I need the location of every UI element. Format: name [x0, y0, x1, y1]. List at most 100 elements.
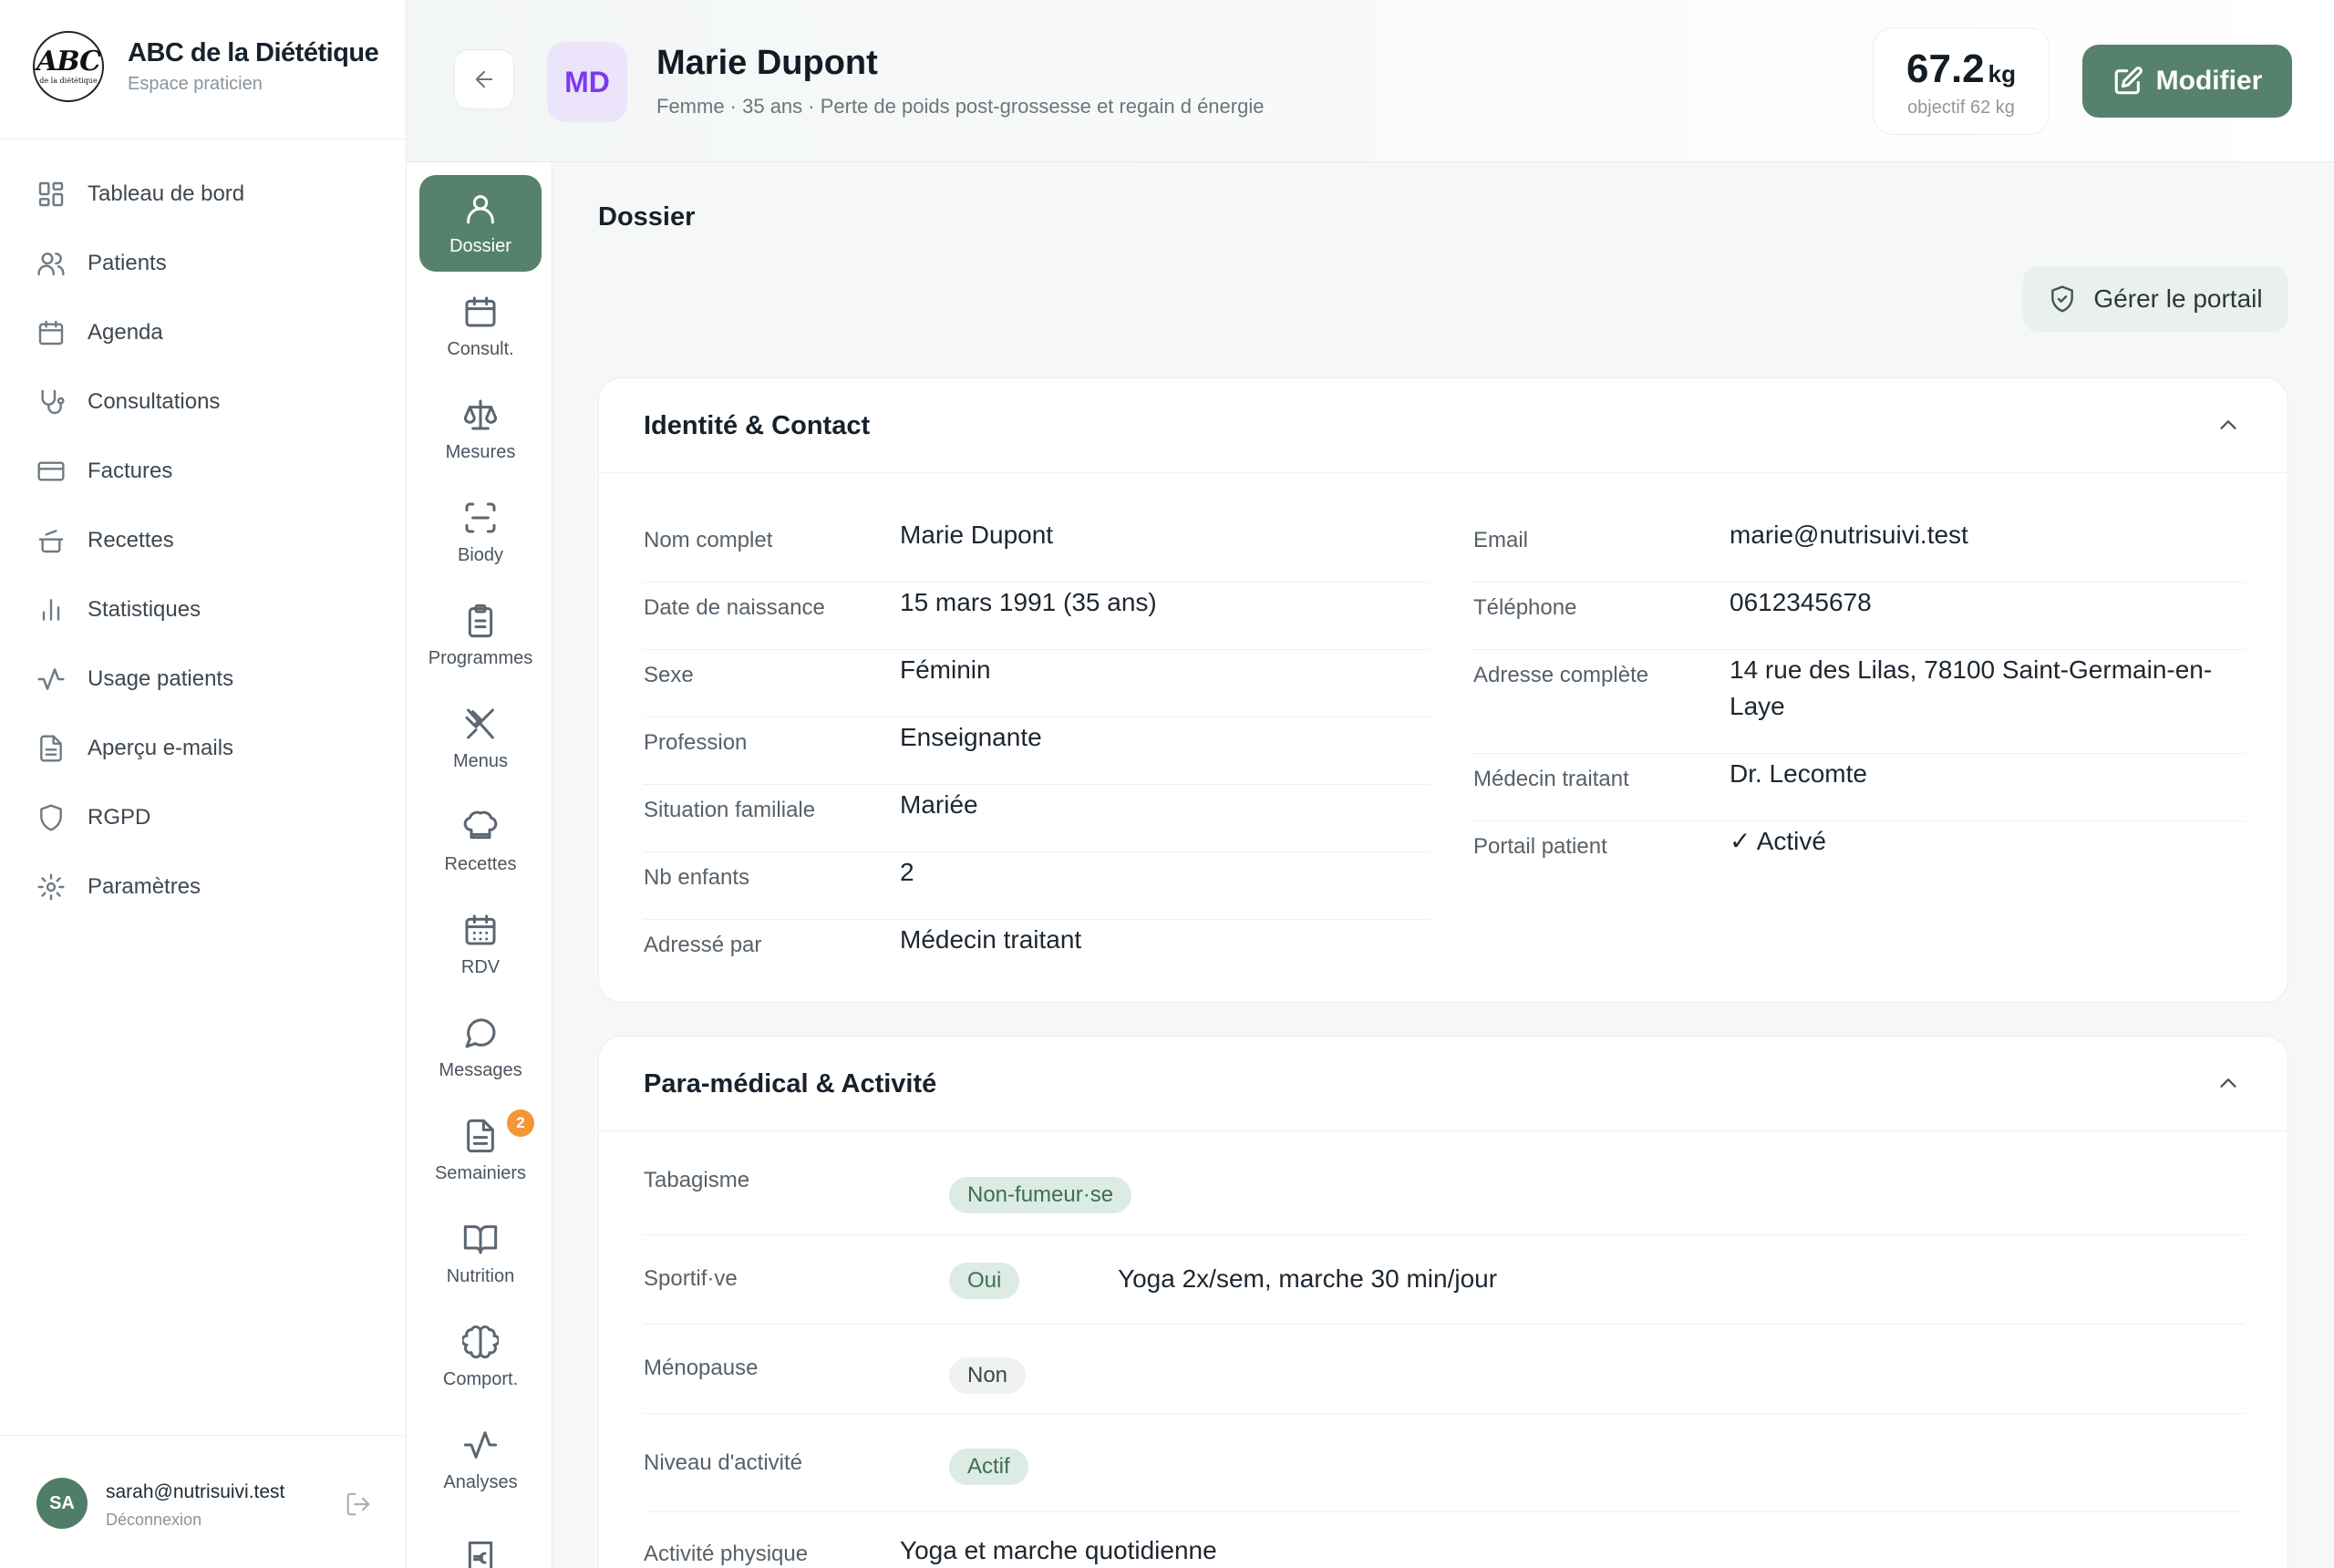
nav-label: Recettes: [88, 528, 174, 552]
subnav-label: Nutrition: [446, 1265, 515, 1286]
arrow-left-icon: [471, 67, 497, 92]
field-row: Adressé par Médecin traitant: [644, 920, 1430, 987]
subnav-label: Mesures: [445, 441, 516, 462]
field-row: Situation familiale Mariée: [644, 785, 1430, 852]
field-row: Nb enfants 2: [644, 852, 1430, 920]
paramedical-card-header[interactable]: Para-médical & Activité: [599, 1037, 2288, 1131]
field-row: Téléphone 0612345678: [1473, 583, 2245, 650]
subnav-label: Comport.: [442, 1368, 519, 1389]
section-title: Dossier: [598, 202, 696, 232]
nav-item-patients[interactable]: Patients: [0, 229, 407, 298]
manage-portal-label: Gérer le portail: [2093, 284, 2263, 313]
nav-label: Factures: [88, 459, 173, 483]
nav-item-usage-patients[interactable]: Usage patients: [0, 645, 407, 714]
calendar-days-icon: [462, 912, 499, 948]
field-row: Sexe Féminin: [644, 650, 1430, 717]
nav-label: Patients: [88, 251, 167, 275]
subnav-item-facturation[interactable]: [419, 1514, 542, 1568]
bar-chart-icon: [36, 595, 66, 624]
field-row: Médecin traitant Dr. Lecomte: [1473, 754, 2245, 821]
nav-item-recettes[interactable]: Recettes: [0, 506, 407, 575]
patient-subnav: Dossier Consult. Mesures Biody Programme…: [407, 162, 553, 1568]
subnav-item-messages[interactable]: Messages: [419, 999, 542, 1096]
logout-link[interactable]: Déconnexion: [106, 1511, 201, 1530]
user-email: sarah@nutrisuivi.test: [106, 1481, 285, 1502]
field-value: 15 mars 1991 (35 ans): [900, 588, 1157, 616]
field-value: Dr. Lecomte: [1730, 759, 1867, 788]
subnav-item-mesures[interactable]: Mesures: [419, 381, 542, 478]
subnav-label: Messages: [439, 1059, 522, 1080]
subnav-item-consult[interactable]: Consult.: [419, 278, 542, 375]
nav-item-dashboard[interactable]: Tableau de bord: [0, 160, 407, 229]
nav-label: Agenda: [88, 320, 163, 345]
subnav-item-dossier[interactable]: Dossier: [419, 175, 542, 272]
shield-check-icon: [2048, 284, 2077, 314]
field-value: Yoga et marche quotidienne: [900, 1536, 1217, 1564]
chevron-up-icon[interactable]: [2215, 411, 2242, 438]
identity-card-header[interactable]: Identité & Contact: [599, 378, 2288, 473]
document-icon: [462, 1118, 499, 1154]
manage-portal-button[interactable]: Gérer le portail: [2022, 266, 2288, 332]
subnav-item-semainiers[interactable]: Semainiers 2: [419, 1102, 542, 1199]
subnav-item-biody[interactable]: Biody: [419, 484, 542, 581]
field-value: 14 rue des Lilas, 78100 Saint-Germain-en…: [1730, 655, 2213, 720]
status-badge: Actif: [949, 1449, 1028, 1485]
field-label: Adressé par: [644, 933, 762, 957]
nav-item-factures[interactable]: Factures: [0, 437, 407, 506]
nav-item-consultations[interactable]: Consultations: [0, 367, 407, 437]
subnav-item-rdv[interactable]: RDV: [419, 896, 542, 993]
subnav-label: Dossier: [449, 235, 511, 256]
main-sidebar: ABC de la diététique ABC de la Diététiqu…: [0, 0, 407, 1568]
patient-name: Marie Dupont: [656, 44, 878, 82]
subnav-label: Biody: [457, 544, 504, 565]
chevron-up-icon[interactable]: [2215, 1069, 2242, 1097]
field-row: Activité physique Yoga et marche quotidi…: [644, 1512, 2245, 1568]
field-value: 2: [900, 858, 914, 886]
subnav-label: Semainiers: [434, 1162, 527, 1183]
edit-button[interactable]: Modifier: [2082, 45, 2292, 118]
avatar[interactable]: SA: [36, 1478, 88, 1529]
nav-item-apercu-emails[interactable]: Aperçu e-mails: [0, 714, 407, 783]
brand-title: ABC de la Diététique: [128, 38, 379, 67]
back-button[interactable]: [454, 49, 514, 109]
status-badge: Non: [949, 1357, 1027, 1394]
subnav-item-nutrition[interactable]: Nutrition: [419, 1205, 542, 1302]
field-label: Activité physique: [644, 1542, 809, 1566]
patient-meta: Femme · 35 ans · Perte de poids post-gro…: [656, 95, 1265, 118]
activity-icon: [36, 665, 66, 694]
subnav-item-comport[interactable]: Comport.: [419, 1308, 542, 1405]
file-text-icon: [36, 734, 66, 763]
subnav-item-recettes[interactable]: Recettes: [419, 793, 542, 890]
nav-item-statistiques[interactable]: Statistiques: [0, 575, 407, 645]
brand[interactable]: ABC de la diététique ABC de la Diététiqu…: [33, 31, 379, 102]
nav-item-rgpd[interactable]: RGPD: [0, 783, 407, 852]
field-value: Féminin: [900, 655, 991, 684]
weight-unit: kg: [1988, 60, 2016, 88]
field-value: Mariée: [900, 790, 978, 819]
subnav-item-programmes[interactable]: Programmes: [419, 587, 542, 684]
identity-left-column: Nom complet Marie Dupont Date de naissan…: [644, 515, 1430, 987]
card-title: Para-médical & Activité: [644, 1069, 937, 1099]
field-value: Enseignante: [900, 723, 1042, 751]
field-row: Ménopause Non: [644, 1325, 2245, 1414]
users-icon: [36, 249, 66, 278]
field-label: Profession: [644, 730, 748, 755]
subnav-item-menus[interactable]: Menus: [419, 690, 542, 787]
subnav-label: Recettes: [444, 853, 517, 874]
field-row: Adresse complète 14 rue des Lilas, 78100…: [1473, 650, 2245, 754]
field-label: Portail patient: [1473, 834, 1607, 859]
field-value: Marie Dupont: [900, 521, 1054, 549]
brand-subtitle: Espace praticien: [128, 74, 263, 94]
nav-item-agenda[interactable]: Agenda: [0, 298, 407, 367]
subnav-label: Menus: [452, 750, 509, 771]
field-label: Médecin traitant: [1473, 767, 1629, 791]
stethoscope-icon: [36, 387, 66, 417]
field-row: Date de naissance 15 mars 1991 (35 ans): [644, 583, 1430, 650]
field-label: Nb enfants: [644, 865, 750, 890]
nav-label: Consultations: [88, 389, 221, 414]
nav-item-parametres[interactable]: Paramètres: [0, 852, 407, 922]
edit-label: Modifier: [2155, 66, 2263, 96]
logout-icon[interactable]: [345, 1491, 372, 1518]
brand-logo: ABC de la diététique: [33, 31, 104, 102]
subnav-item-analyses[interactable]: Analyses: [419, 1411, 542, 1508]
